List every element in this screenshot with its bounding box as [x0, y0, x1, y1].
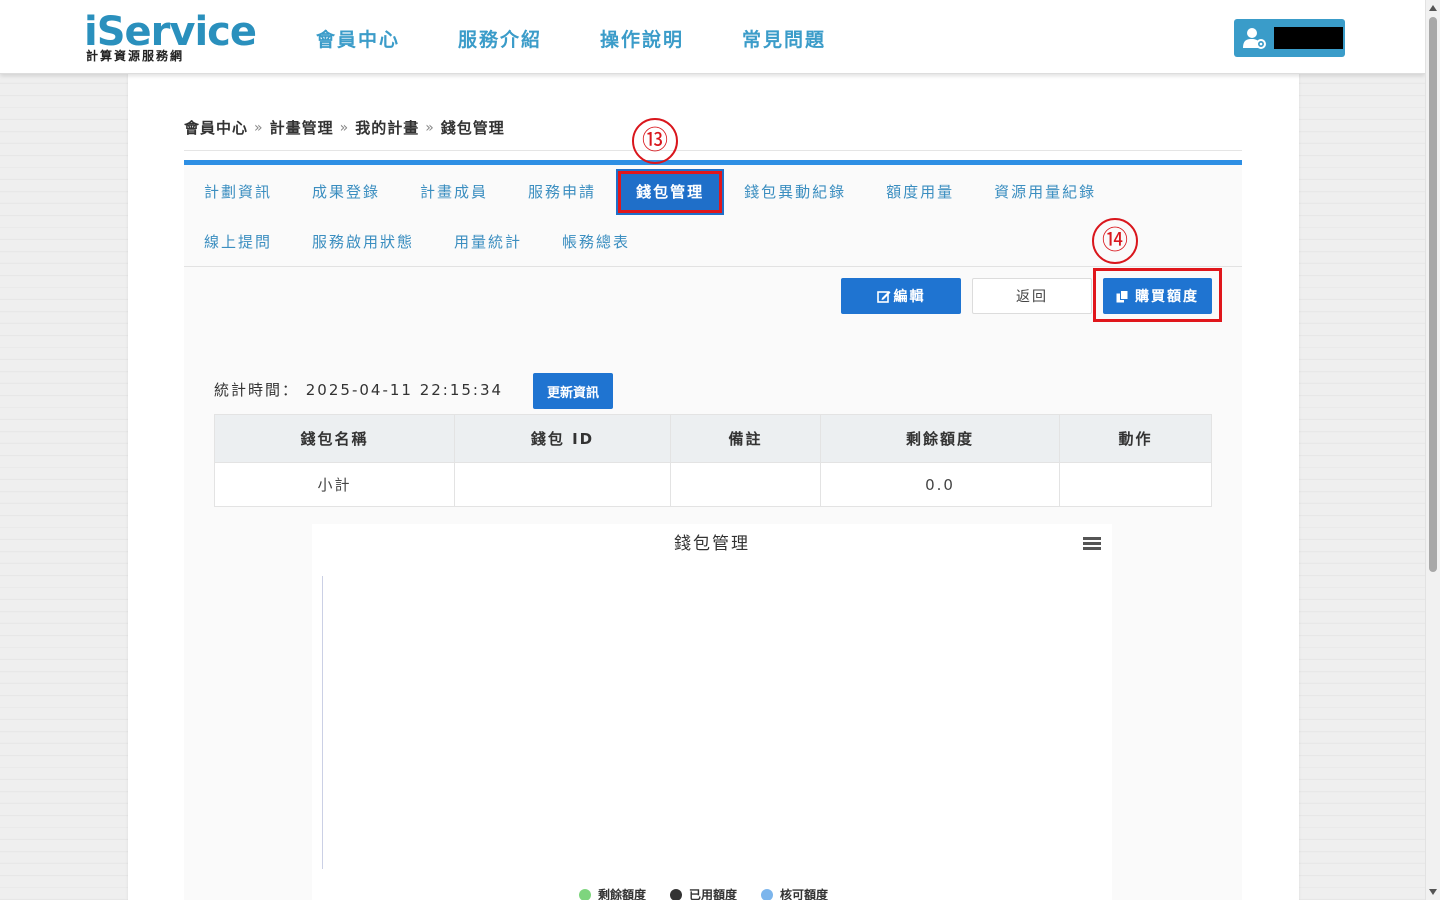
cell-wallet-name: 小計 — [214, 462, 455, 507]
legend-item-used[interactable]: 已用額度 — [670, 886, 737, 900]
user-account-button[interactable] — [1234, 19, 1345, 57]
breadcrumb-divider — [184, 150, 1242, 151]
annotation-step-14: ⑭ — [1092, 218, 1138, 264]
tab-usage-stats[interactable]: 用量統計 — [434, 219, 542, 265]
chart-title: 錢包管理 — [674, 534, 750, 554]
buy-quota-highlight-box — [1093, 268, 1222, 322]
user-settings-icon — [1242, 25, 1268, 51]
chart-menu-hamburger-icon[interactable] — [1083, 537, 1101, 551]
edit-icon — [876, 290, 891, 303]
cell-remaining-quota: 0.0 — [820, 462, 1060, 507]
column-header-action: 動作 — [1059, 414, 1212, 463]
breadcrumb-item-wallet-management: 錢包管理 — [440, 119, 505, 137]
nav-faq[interactable]: 常見問題 — [742, 28, 826, 52]
cell-note — [670, 462, 821, 507]
double-chevron-icon: » — [254, 119, 264, 136]
tab-online-questions[interactable]: 線上提問 — [184, 219, 292, 265]
site-logo[interactable]: iService 計算資源服務網 — [84, 9, 257, 66]
stats-time-label: 統計時間： 2025-04-11 22:15:34 — [214, 381, 504, 399]
legend-label-remaining: 剩餘額度 — [598, 888, 647, 900]
chart-legend: 剩餘額度 已用額度 核可額度 — [579, 886, 852, 900]
tab-wallet-management[interactable]: 錢包管理 — [616, 169, 725, 215]
breadcrumb: 會員中心 » 計畫管理 » 我的計畫 » 錢包管理 — [184, 117, 505, 138]
nav-instructions[interactable]: 操作說明 — [600, 28, 684, 52]
page-scrollbar[interactable] — [1425, 0, 1440, 900]
cell-wallet-id — [454, 462, 671, 507]
column-header-wallet-id: 錢包 ID — [454, 414, 671, 463]
tab-billing-summary[interactable]: 帳務總表 — [542, 219, 650, 265]
legend-label-approved: 核可額度 — [780, 888, 829, 900]
column-header-wallet-name: 錢包名稱 — [214, 414, 455, 463]
double-chevron-icon: » — [339, 119, 350, 136]
tab-service-status[interactable]: 服務啟用狀態 — [292, 219, 434, 265]
main-nav: 會員中心 服務介紹 操作說明 常見問題 — [316, 28, 884, 52]
tab-plan-info[interactable]: 計劃資訊 — [184, 169, 292, 215]
tab-resource-usage-log[interactable]: 資源用量紀錄 — [974, 169, 1116, 215]
chart-y-axis — [322, 576, 323, 869]
legend-item-remaining[interactable]: 剩餘額度 — [579, 886, 646, 900]
refresh-info-button[interactable]: 更新資訊 — [533, 373, 613, 409]
logo-text: iService — [84, 9, 257, 55]
table-row: 小計 0.0 — [214, 462, 1212, 507]
legend-label-used: 已用額度 — [689, 888, 738, 900]
scroll-up-arrow-icon[interactable] — [1429, 5, 1437, 11]
tab-service-apply[interactable]: 服務申請 — [508, 169, 616, 215]
breadcrumb-item-member-center[interactable]: 會員中心 — [184, 117, 248, 138]
tabs-row-2: 線上提問 服務啟用狀態 用量統計 帳務總表 — [184, 219, 650, 265]
user-name-redacted — [1274, 27, 1343, 49]
nav-service-intro[interactable]: 服務介紹 — [458, 28, 542, 52]
column-header-remaining-quota: 剩餘額度 — [820, 414, 1060, 463]
legend-dot-approved — [761, 888, 774, 900]
top-header: iService 計算資源服務網 會員中心 服務介紹 操作說明 常見問題 — [0, 0, 1425, 74]
tab-quota-usage[interactable]: 額度用量 — [866, 169, 974, 215]
column-header-note: 備註 — [670, 414, 821, 463]
legend-dot-used — [670, 888, 683, 900]
edit-button[interactable]: 編輯 — [841, 278, 961, 314]
table-header-row: 錢包名稱 錢包 ID 備註 剩餘額度 動作 — [214, 414, 1212, 463]
double-chevron-icon: » — [425, 119, 435, 136]
cell-action — [1059, 462, 1212, 507]
tab-wallet-history[interactable]: 錢包異動紀錄 — [724, 169, 866, 215]
edit-button-label: 編輯 — [893, 289, 926, 305]
scroll-thumb[interactable] — [1429, 17, 1437, 572]
scroll-down-arrow-icon[interactable] — [1429, 889, 1437, 895]
tab-members[interactable]: 計畫成員 — [400, 169, 508, 215]
tabs-row-1: 計劃資訊 成果登錄 計畫成員 服務申請 錢包管理 錢包異動紀錄 額度用量 資源用… — [184, 169, 1116, 215]
tabs-divider — [184, 266, 1242, 267]
legend-dot-remaining — [579, 888, 591, 900]
back-button[interactable]: 返回 — [972, 278, 1092, 314]
breadcrumb-item-my-plans[interactable]: 我的計畫 — [355, 117, 419, 138]
nav-member-center[interactable]: 會員中心 — [316, 28, 400, 52]
wallet-table: 錢包名稱 錢包 ID 備註 剩餘額度 動作 小計 0.0 — [214, 414, 1212, 507]
wallet-chart: 錢包管理 剩餘額度 已用額度 核可額度 — [312, 524, 1112, 900]
breadcrumb-item-plan-management[interactable]: 計畫管理 — [270, 117, 334, 138]
back-button-label: 返回 — [1016, 289, 1048, 305]
annotation-step-13: ⑬ — [632, 118, 678, 164]
legend-item-approved[interactable]: 核可額度 — [761, 886, 828, 900]
tab-results[interactable]: 成果登錄 — [292, 169, 400, 215]
logo-subtitle: 計算資源服務網 — [86, 49, 185, 63]
